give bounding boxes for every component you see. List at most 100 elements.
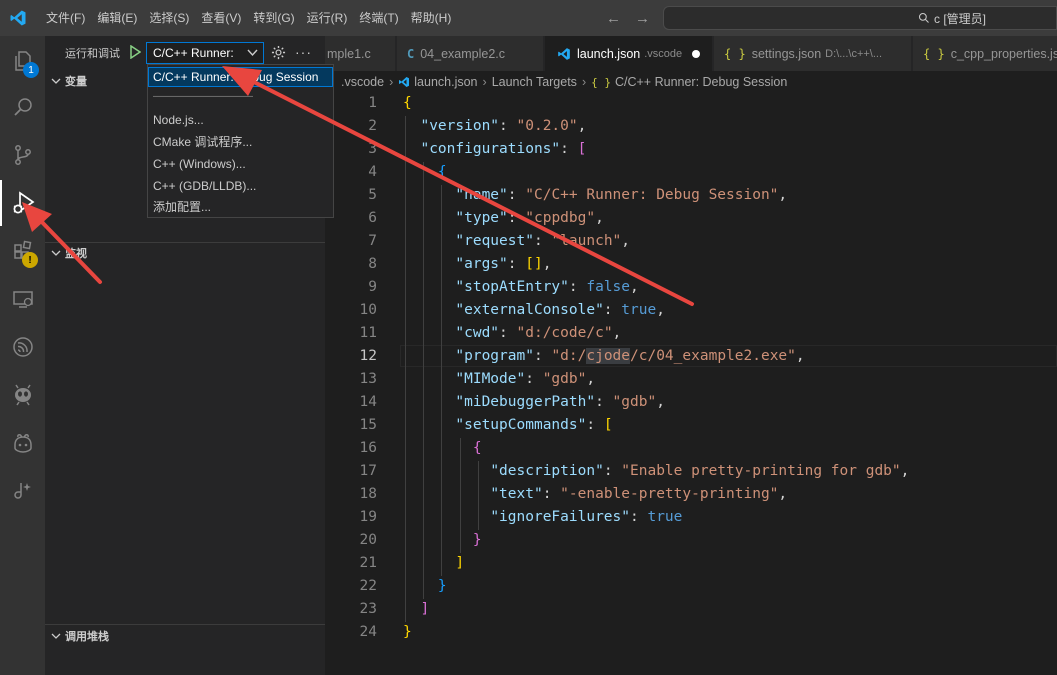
menu-go[interactable]: 转到(G) <box>247 0 300 36</box>
navigation-arrows: ← → <box>606 0 650 36</box>
code-line: "type": "cppdbg", <box>455 210 604 226</box>
extensions-icon[interactable]: ! <box>0 228 45 274</box>
code-line: "externalConsole": true, <box>455 302 665 318</box>
gear-icon[interactable] <box>271 45 286 60</box>
vscode-logo-icon <box>0 0 36 36</box>
dropdown-option-runner[interactable]: C/C++ Runner: Debug Session <box>148 67 333 87</box>
code-line: "MIMode": "gdb", <box>455 371 596 387</box>
code-line: { <box>437 164 447 180</box>
search-icon[interactable] <box>0 84 45 130</box>
menu-edit[interactable]: 编辑(E) <box>91 0 143 36</box>
start-debugging-icon[interactable] <box>129 45 141 59</box>
code-line: } <box>437 578 447 594</box>
explorer-badge: 1 <box>23 62 39 78</box>
debug-config-dropdown: C/C++ Runner: Debug Session —————————— N… <box>147 64 334 218</box>
menu-help[interactable]: 帮助(H) <box>405 0 458 36</box>
back-arrow-icon[interactable]: ← <box>606 10 621 27</box>
dropdown-option-add-config[interactable]: 添加配置... <box>148 197 333 217</box>
line-number: 24 <box>359 624 377 640</box>
platformio-alien-icon[interactable] <box>0 372 45 418</box>
code-line: "miDebuggerPath": "gdb", <box>455 394 665 410</box>
code-editor[interactable]: 1 2 3 4 5 6 7 8 9 10 11 12 13 14 15 16 1… <box>325 93 1057 675</box>
forward-arrow-icon[interactable]: → <box>635 10 650 27</box>
line-number: 20 <box>359 532 377 548</box>
tab-launch-json[interactable]: launch.json .vscode <box>545 36 713 71</box>
line-number: 18 <box>359 486 377 502</box>
code-line: { <box>472 440 482 456</box>
breadcrumb-file[interactable]: launch.json <box>414 75 477 89</box>
line-number: 21 <box>359 555 377 571</box>
tab-label: settings.json <box>751 46 822 61</box>
breadcrumb-folder[interactable]: .vscode <box>341 75 384 89</box>
line-number: 19 <box>359 509 377 525</box>
command-center-text: c [管理员] <box>934 11 987 26</box>
dropdown-option-cpp-gdb[interactable]: C++ (GDB/LLDB)... <box>148 176 333 196</box>
editor-tab-bar: mple1.c C 04_example2.c launch.json .vsc… <box>325 36 1057 71</box>
menu-run[interactable]: 运行(R) <box>301 0 354 36</box>
vscode-file-icon <box>558 47 570 60</box>
line-number: 23 <box>359 601 377 617</box>
tab-example2[interactable]: C 04_example2.c <box>397 36 544 71</box>
code-line: "version": "0.2.0", <box>420 118 587 134</box>
c-file-icon: C <box>407 46 415 61</box>
callstack-section-header[interactable]: 调用堆栈 <box>45 625 325 647</box>
menu-file[interactable]: 文件(F) <box>40 0 91 36</box>
code-line: "text": "-enable-pretty-printing", <box>490 486 788 502</box>
json-icon: { } <box>923 46 945 61</box>
chevron-down-icon <box>51 633 61 639</box>
remote-explorer-icon[interactable] <box>0 276 45 322</box>
watch-label: 监视 <box>65 248 87 260</box>
breadcrumb-launch-targets[interactable]: Launch Targets <box>492 75 577 89</box>
tab-label: launch.json <box>577 46 641 61</box>
chevron-down-icon <box>51 250 61 256</box>
json-icon: { } <box>724 46 746 61</box>
callstack-label: 调用堆栈 <box>65 631 109 643</box>
activity-bar: 1 ! <box>0 36 45 675</box>
menu-selection[interactable]: 选择(S) <box>143 0 195 36</box>
more-actions-icon[interactable]: ··· <box>295 44 312 60</box>
tab-label: c_cpp_properties.json <box>950 46 1057 61</box>
menu-terminal[interactable]: 终端(T) <box>353 0 404 36</box>
code-line: } <box>472 532 482 548</box>
breadcrumb-config[interactable]: C/C++ Runner: Debug Session <box>615 75 787 89</box>
tab-description: .vscode <box>644 47 683 60</box>
dropdown-option-cpp-windows[interactable]: C++ (Windows)... <box>148 154 333 174</box>
line-number: 15 <box>359 417 377 433</box>
explorer-icon[interactable]: 1 <box>0 38 45 84</box>
menu-view[interactable]: 查看(V) <box>195 0 247 36</box>
code-line: "description": "Enable pretty-printing f… <box>490 463 910 479</box>
code-line: "name": "C/C++ Runner: Debug Session", <box>455 187 788 203</box>
line-number-current: 12 <box>359 348 377 364</box>
code-line-current: "program": "d:/cjode/c/04_example2.exe", <box>455 348 805 364</box>
code-line: "ignoreFailures": true <box>490 509 683 525</box>
command-center-search[interactable]: c [管理员] <box>663 6 1057 30</box>
chevron-down-icon <box>51 78 61 84</box>
code-line: "cwd": "d:/code/c", <box>455 325 622 341</box>
unsaved-dot-icon[interactable] <box>692 49 701 58</box>
line-number: 14 <box>359 394 377 410</box>
dropdown-option-cmake[interactable]: CMake 调试程序... <box>148 132 333 152</box>
line-number: 22 <box>359 578 377 594</box>
breadcrumb: .vscode › launch.json › Launch Targets ›… <box>325 71 1057 93</box>
sidebar-title: 运行和调试 <box>65 48 120 60</box>
debug-config-select[interactable]: C/C++ Runner: <box>146 42 264 64</box>
menu-bar: 文件(F) 编辑(E) 选择(S) 查看(V) 转到(G) 运行(R) 终端(T… <box>40 0 457 36</box>
tab-example1[interactable]: mple1.c <box>325 36 396 71</box>
code-line: "request": "launch", <box>455 233 631 249</box>
line-number: 8 <box>368 256 377 272</box>
espressif-icon[interactable] <box>0 324 45 370</box>
chat-music-icon[interactable] <box>0 468 45 514</box>
run-debug-icon[interactable] <box>0 180 45 226</box>
watch-section-header[interactable]: 监视 <box>45 242 325 264</box>
code-line: "args": [], <box>455 256 552 272</box>
tab-settings-json[interactable]: { } settings.json D:\...\c++\... <box>714 36 912 71</box>
json-object-icon: { } <box>591 75 611 89</box>
tab-cpp-properties[interactable]: { } c_cpp_properties.json <box>913 36 1057 71</box>
source-control-icon[interactable] <box>0 132 45 178</box>
line-number: 11 <box>359 325 377 341</box>
title-bar: 文件(F) 编辑(E) 选择(S) 查看(V) 转到(G) 运行(R) 终端(T… <box>0 0 1057 36</box>
tab-description: D:\...\c++\... <box>825 47 883 60</box>
copilot-icon[interactable] <box>0 420 45 466</box>
code-line: "configurations": [ <box>420 141 587 157</box>
dropdown-option-nodejs[interactable]: Node.js... <box>148 110 333 130</box>
